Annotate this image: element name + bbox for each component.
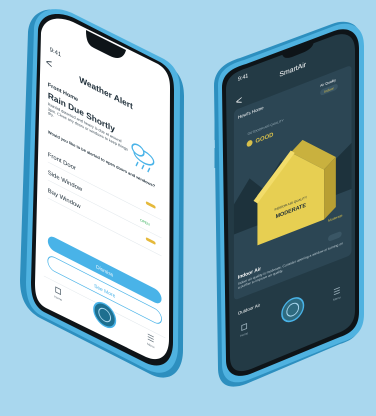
left-phone: 9:41 < Weather Alert Front Home Rain Due… [20,9,184,378]
scene-svg: 9:41 < Weather Alert Front Home Rain Due… [20,9,364,387]
right-phone: 9:41 < SmartAir Howl's Home Air Quality … [214,21,364,387]
scene: 9:41 < Weather Alert Front Home Rain Due… [0,0,376,416]
